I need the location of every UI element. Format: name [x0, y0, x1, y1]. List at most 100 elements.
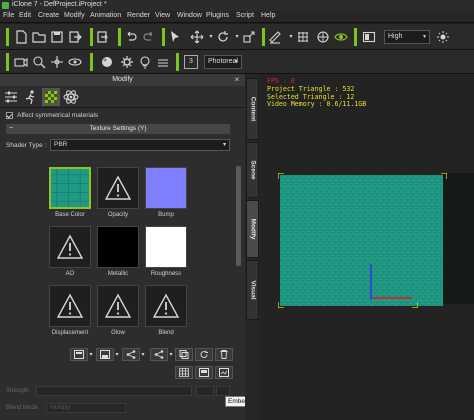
ao-thumbnail[interactable]: [49, 226, 91, 268]
texture-slot-bump[interactable]: Bump: [145, 167, 187, 218]
menu-view[interactable]: View: [155, 12, 170, 19]
glow-thumbnail[interactable]: [97, 285, 139, 327]
new-file-icon[interactable]: [14, 30, 28, 44]
menu-modify[interactable]: Modify: [64, 12, 85, 19]
orbit-icon[interactable]: [68, 55, 82, 69]
gizmo-x-axis[interactable]: [372, 297, 412, 299]
frame-badge[interactable]: 3: [184, 55, 198, 69]
tab-scene[interactable]: Scene: [246, 142, 259, 198]
scrollbar-thumb[interactable]: [236, 166, 241, 266]
copy-button[interactable]: [175, 348, 193, 361]
menu-file[interactable]: File: [3, 12, 14, 19]
gear-icon[interactable]: [120, 55, 134, 69]
warning-icon: [105, 175, 131, 200]
toolbar-grip: [262, 28, 265, 46]
menu-window[interactable]: Window: [177, 12, 202, 19]
texture-slot-ao[interactable]: AO: [49, 226, 91, 277]
image-editor-icon: [199, 368, 209, 377]
fog-icon[interactable]: [156, 55, 170, 69]
save-icon[interactable]: [50, 30, 64, 44]
render-mode-select[interactable]: Photoreal ▾: [204, 55, 242, 69]
gizmo-y-axis[interactable]: [370, 264, 372, 300]
pan-icon[interactable]: [50, 55, 64, 69]
checker-material-icon: [45, 91, 57, 103]
blend-mode-select: Multiply: [46, 403, 126, 413]
menu-script[interactable]: Script: [236, 12, 254, 19]
tab-material[interactable]: [42, 88, 60, 106]
texture-slot-metallic[interactable]: Metallic: [97, 226, 139, 277]
tab-scene-label: Scene: [249, 160, 256, 180]
tab-modify[interactable]: Modify: [246, 200, 259, 258]
menu-render[interactable]: Render: [127, 12, 150, 19]
image-editor-button[interactable]: [195, 366, 213, 379]
eye-icon[interactable]: [334, 30, 348, 44]
material-sphere-icon[interactable]: [100, 55, 114, 69]
affect-symmetrical-label: Affect symmetrical materials: [17, 111, 99, 119]
undo-icon[interactable]: [124, 30, 138, 44]
teal-texture-image: [51, 169, 89, 207]
ambient-occlusion-icon[interactable]: [316, 30, 330, 44]
tab-motion[interactable]: [22, 88, 40, 106]
metallic-thumbnail[interactable]: [97, 226, 139, 268]
reset-button[interactable]: [195, 348, 213, 361]
tab-attributes[interactable]: [2, 88, 20, 106]
panel-scrollbar[interactable]: [236, 162, 241, 352]
displacement-thumbnail[interactable]: [49, 285, 91, 327]
redo-icon[interactable]: [142, 30, 156, 44]
delete-button[interactable]: [215, 348, 233, 361]
tab-visual[interactable]: Visual: [246, 260, 259, 320]
warning-icon: [105, 293, 131, 318]
texture-slot-roughness[interactable]: Roughness: [145, 226, 187, 277]
shader-type-label: Shader Type :: [6, 142, 47, 149]
camera-icon[interactable]: [14, 55, 28, 69]
layout-icon[interactable]: [362, 30, 376, 44]
opacity-thumbnail[interactable]: [97, 167, 139, 209]
modify-tab-strip: [0, 86, 245, 108]
tab-content[interactable]: Content: [246, 78, 259, 140]
embed-texture-button[interactable]: [215, 366, 233, 379]
close-icon[interactable]: ×: [232, 74, 242, 86]
wireframe-icon[interactable]: [296, 30, 310, 44]
menu-plugins[interactable]: Plugins: [206, 12, 229, 19]
menu-help[interactable]: Help: [261, 12, 275, 19]
textured-cube[interactable]: [280, 175, 443, 306]
tab-physics[interactable]: [62, 88, 80, 106]
ruler-icon[interactable]: [268, 30, 282, 44]
selection-corner: [441, 173, 447, 179]
affect-symmetrical-checkbox[interactable]: [6, 111, 13, 119]
base-color-thumbnail[interactable]: [49, 167, 91, 209]
texture-slot-opacity[interactable]: Opacity: [97, 167, 139, 218]
affect-symmetrical-row[interactable]: Affect symmetrical materials: [6, 110, 98, 120]
moon-icon[interactable]: [456, 30, 470, 44]
bump-thumbnail[interactable]: [145, 167, 187, 209]
roughness-thumbnail[interactable]: [145, 226, 187, 268]
menu-animation[interactable]: Animation: [90, 12, 121, 19]
rotate-icon[interactable]: [216, 30, 230, 44]
scale-icon[interactable]: [242, 30, 256, 44]
export-icon[interactable]: [96, 30, 110, 44]
collapse-icon[interactable]: −: [9, 124, 13, 134]
texture-settings-header[interactable]: − Texture Settings (Y): [6, 124, 230, 134]
shader-type-select[interactable]: PBR ▾: [50, 139, 230, 151]
texture-slot-displacement[interactable]: Displacement: [49, 285, 91, 336]
embed-texture-icon: [219, 368, 229, 377]
zoom-icon[interactable]: [32, 55, 46, 69]
light-bulb-icon[interactable]: [138, 55, 152, 69]
import-icon[interactable]: [68, 30, 82, 44]
uv-grid-button[interactable]: [175, 366, 193, 379]
blend-thumbnail[interactable]: [145, 285, 187, 327]
texture-slot-blend[interactable]: Blend: [145, 285, 187, 336]
move-icon[interactable]: [190, 30, 204, 44]
slot-label: Bump: [158, 212, 174, 218]
chevron-down-icon[interactable]: ▾: [136, 348, 150, 362]
3d-viewport[interactable]: FPS : 0 Project Triangle : 532 Selected …: [260, 74, 474, 420]
texture-slot-glow[interactable]: Glow: [97, 285, 139, 336]
open-folder-icon[interactable]: [32, 30, 46, 44]
select-arrow-icon[interactable]: [168, 30, 182, 44]
modify-panel: Modify × Affect symmetrical materials − …: [0, 74, 273, 420]
sun-icon[interactable]: [436, 30, 450, 44]
quality-select[interactable]: High ▾: [384, 30, 430, 44]
menu-create[interactable]: Create: [38, 12, 59, 19]
menu-edit[interactable]: Edit: [19, 12, 31, 19]
texture-slot-base-color[interactable]: Base Color: [49, 167, 91, 218]
